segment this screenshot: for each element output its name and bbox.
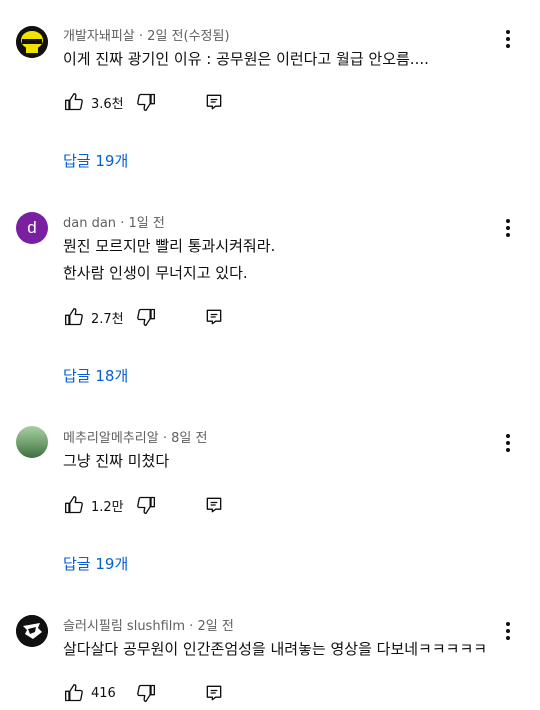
comment-actions: 1.2만 xyxy=(63,494,225,516)
more-actions-button[interactable] xyxy=(498,218,518,238)
more-dot xyxy=(506,441,510,445)
meta-separator: · xyxy=(134,29,148,44)
comment-actions: 416 xyxy=(63,682,225,704)
more-actions-button[interactable] xyxy=(498,621,518,641)
like-count: 416 xyxy=(91,685,116,701)
dislike-button[interactable] xyxy=(135,306,157,328)
more-dot xyxy=(506,448,510,452)
comment-text: 뭔진 모르지만 빨리 통과시켜줘라. 한사람 인생이 무너지고 있다. xyxy=(63,233,275,287)
meta-separator: · xyxy=(116,216,129,231)
comment-text-line: 살다살다 공무원이 인간존엄성을 내려놓는 영상을 다보네ㅋㅋㅋㅋㅋ xyxy=(63,640,488,658)
like-count: 1.2만 xyxy=(91,499,124,515)
like-button[interactable] xyxy=(63,91,85,113)
more-dot xyxy=(506,219,510,223)
comment-text-line: 한사람 인생이 무너지고 있다. xyxy=(63,264,248,282)
thumbs-up-icon xyxy=(65,93,83,111)
dislike-button[interactable] xyxy=(135,494,157,516)
like-count: 3.6천 xyxy=(91,96,124,112)
more-actions-button[interactable] xyxy=(498,29,518,49)
slushfilm-logo-icon xyxy=(16,615,48,647)
brain-logo-icon xyxy=(16,26,48,58)
comment-meta: 메추리알메추리알 · 8일 전 xyxy=(63,427,207,446)
view-replies-button[interactable]: 답글 19개 xyxy=(63,150,128,171)
comment-text-line: 이게 진짜 광기인 이유 : 공무원은 이런다고 월급 안오름.... xyxy=(63,50,429,68)
comment-meta: 슬러시필림 slushfilm · 2일 전 xyxy=(63,615,234,634)
comment-meta: dan dan · 1일 전 xyxy=(63,212,165,231)
comment-actions: 3.6천 xyxy=(63,91,225,113)
comment-author[interactable]: 개발자놰피살 xyxy=(63,29,135,44)
reply-button[interactable] xyxy=(203,494,225,516)
thumbs-up-icon xyxy=(65,684,83,702)
comment-text: 살다살다 공무원이 인간존엄성을 내려놓는 영상을 다보네ㅋㅋㅋㅋㅋ xyxy=(63,636,487,663)
comment-meta: 개발자놰피살 · 2일 전(수정됨) xyxy=(63,25,230,44)
comment-text: 이게 진짜 광기인 이유 : 공무원은 이런다고 월급 안오름.... xyxy=(63,46,429,73)
dislike-button[interactable] xyxy=(135,682,157,704)
reply-button[interactable] xyxy=(203,306,225,328)
dislike-button[interactable] xyxy=(135,91,157,113)
reply-comment-icon xyxy=(206,94,222,110)
avatar[interactable] xyxy=(16,615,48,647)
comment-time[interactable]: 1일 전 xyxy=(128,216,164,231)
more-dot xyxy=(506,636,510,640)
reply-comment-icon xyxy=(206,309,222,325)
thumbs-down-icon xyxy=(137,684,155,702)
meta-separator: · xyxy=(185,619,198,634)
comment-author[interactable]: 슬러시필림 slushfilm xyxy=(63,619,185,634)
thumbs-down-icon xyxy=(137,308,155,326)
thumbs-up-icon xyxy=(65,496,83,514)
comment-text: 그냥 진짜 미쳤다 xyxy=(63,448,169,475)
thumbs-up-icon xyxy=(65,308,83,326)
avatar[interactable] xyxy=(16,426,48,458)
like-count: 2.7천 xyxy=(91,311,124,327)
comment-text-line: 뭔진 모르지만 빨리 통과시켜줘라. xyxy=(63,237,276,255)
meta-separator: · xyxy=(158,431,172,446)
like-button[interactable] xyxy=(63,306,85,328)
avatar[interactable] xyxy=(16,26,48,58)
avatar[interactable]: d xyxy=(16,212,48,244)
comment-time[interactable]: 2일 전(수정됨) xyxy=(147,29,229,44)
more-dot xyxy=(506,233,510,237)
view-replies-button[interactable]: 답글 18개 xyxy=(63,365,128,386)
thumbs-down-icon xyxy=(137,93,155,112)
comment-author[interactable]: dan dan xyxy=(63,216,116,231)
avatar-letter: d xyxy=(27,218,37,237)
reply-comment-icon xyxy=(206,685,222,701)
comment-time[interactable]: 8일 전 xyxy=(171,431,207,446)
view-replies-button[interactable]: 답글 19개 xyxy=(63,553,128,574)
like-button[interactable] xyxy=(63,682,85,704)
more-dot xyxy=(506,434,510,438)
reply-button[interactable] xyxy=(203,91,225,113)
comment-author[interactable]: 메추리알메추리알 xyxy=(63,431,159,446)
comment-time[interactable]: 2일 전 xyxy=(197,619,233,634)
thumbs-down-icon xyxy=(137,496,155,514)
comment-actions: 2.7천 xyxy=(63,306,225,328)
more-dot xyxy=(506,37,510,41)
reply-button[interactable] xyxy=(203,682,225,704)
reply-comment-icon xyxy=(206,497,222,513)
like-button[interactable] xyxy=(63,494,85,516)
more-dot xyxy=(506,622,510,626)
more-dot xyxy=(506,44,510,48)
more-dot xyxy=(506,629,510,633)
more-dot xyxy=(506,226,510,230)
comment-text-line: 그냥 진짜 미쳤다 xyxy=(63,452,170,470)
more-actions-button[interactable] xyxy=(498,433,518,453)
more-dot xyxy=(506,30,510,34)
